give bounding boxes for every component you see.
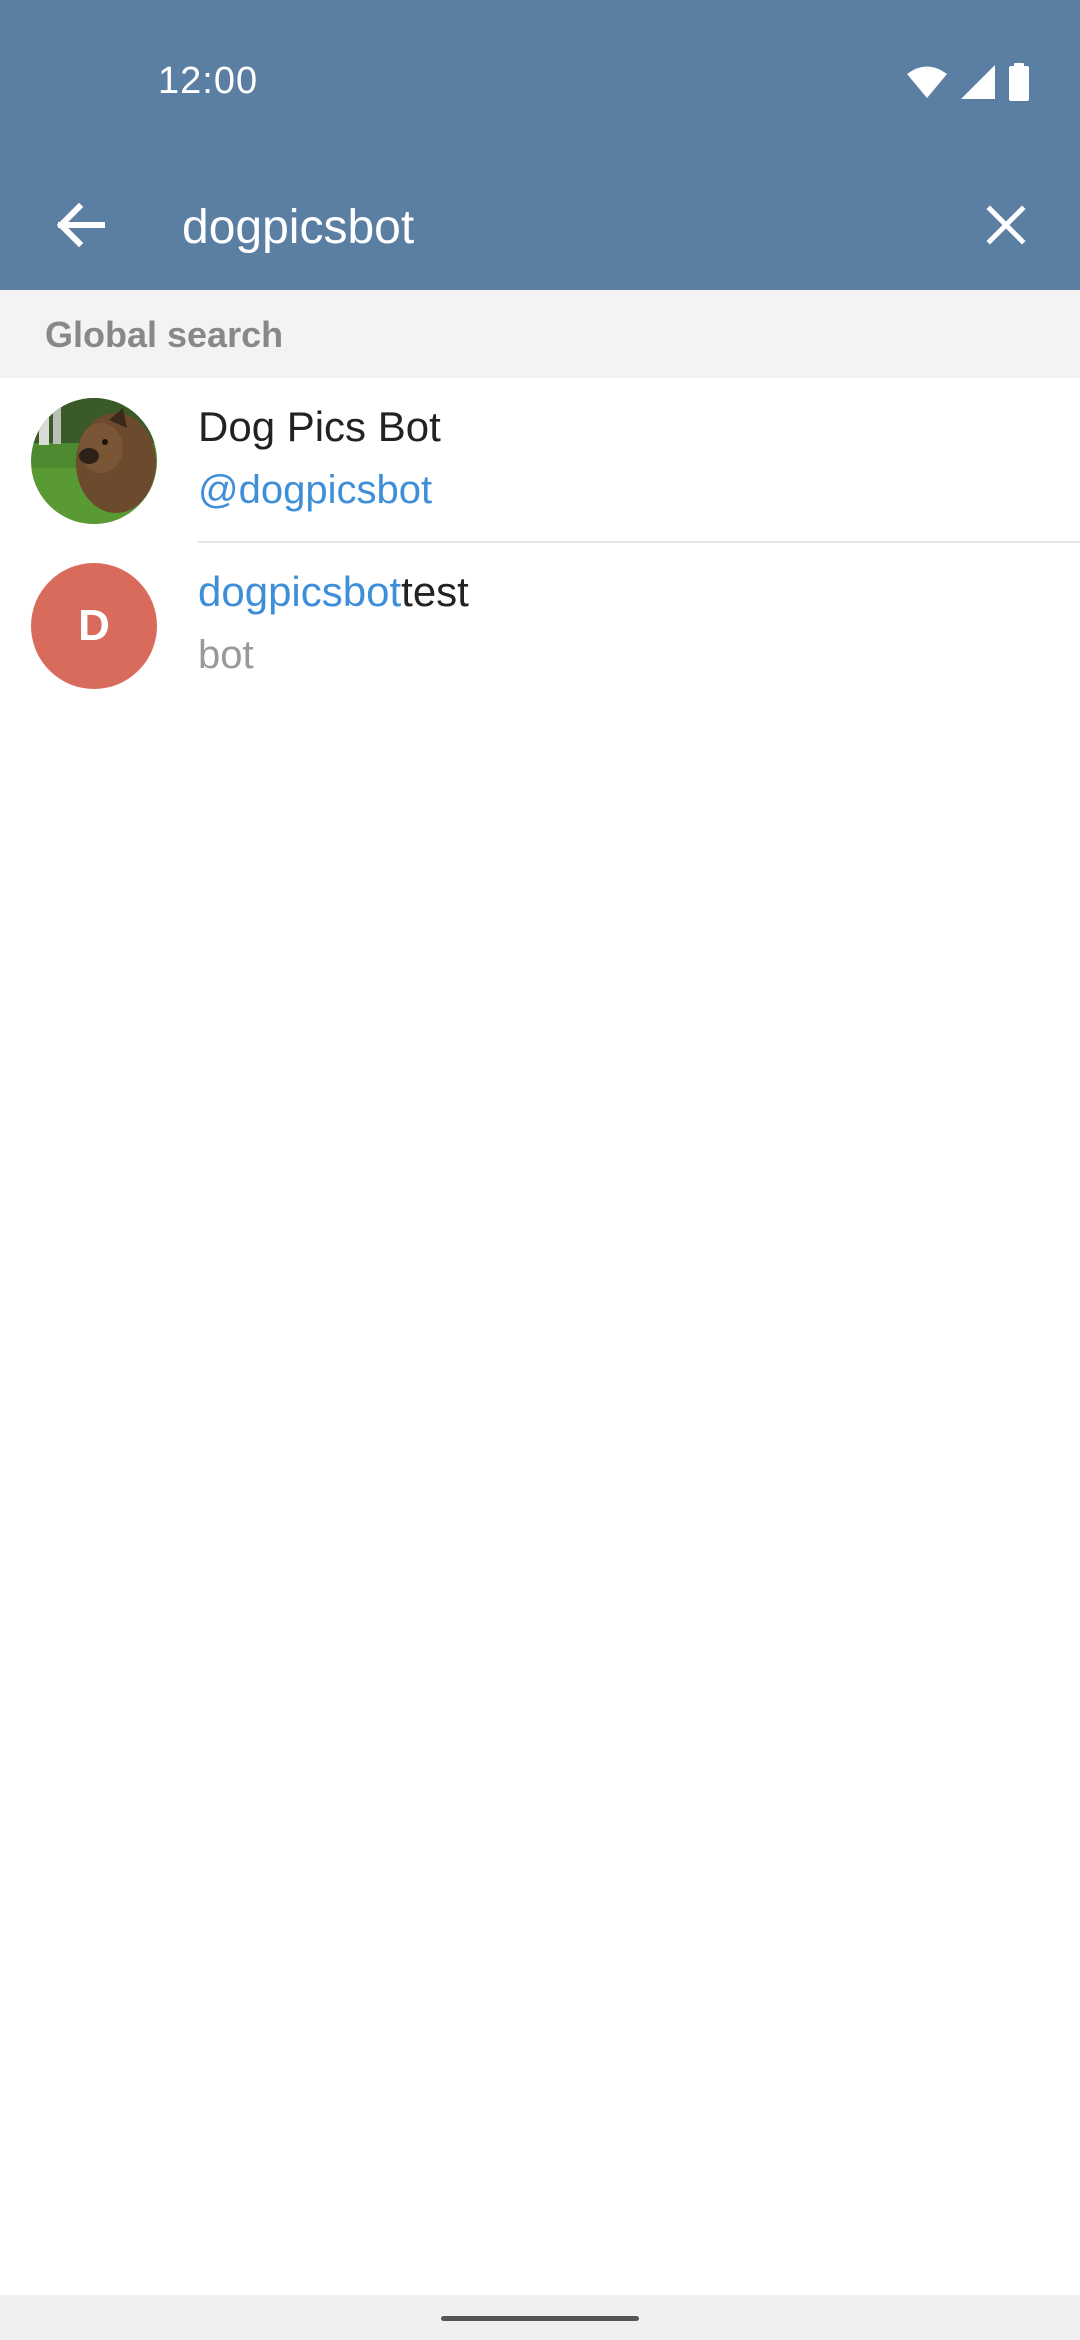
search-toolbar — [0, 165, 1080, 290]
section-title: Global search — [45, 314, 284, 355]
search-results-list: Dog Pics Bot @dogpicsbot D dogpicsbottes… — [0, 378, 1080, 708]
result-subtitle: bot — [198, 633, 254, 677]
result-title: dogpicsbottest — [198, 565, 469, 619]
app-root: 12:00 dogpicsbot Global search Dog Pics … — [0, 0, 1080, 2340]
avatar-letter: D — [78, 601, 110, 650]
status-bar: 12:00 — [0, 0, 1080, 165]
home-gesture-handle[interactable] — [441, 2316, 639, 2321]
result-row-dog-pics-bot[interactable]: Dog Pics Bot @dogpicsbot — [0, 378, 1080, 543]
global-search-section-header: Global search — [0, 290, 1080, 378]
back-button[interactable] — [40, 187, 120, 267]
status-icons — [906, 60, 1030, 104]
signal-icon — [960, 64, 996, 100]
header: 12:00 — [0, 0, 1080, 290]
close-icon — [986, 204, 1026, 250]
wifi-icon — [906, 65, 948, 99]
result-title: Dog Pics Bot — [198, 403, 441, 450]
clear-search-button[interactable] — [966, 187, 1046, 267]
navigation-bar — [0, 2295, 1080, 2340]
avatar — [31, 398, 157, 524]
battery-icon — [1008, 63, 1030, 101]
arrow-left-icon — [55, 202, 105, 252]
avatar: D — [31, 563, 157, 689]
status-time: 12:00 — [158, 60, 259, 102]
result-title-highlight: dogpicsbot — [198, 568, 402, 615]
result-username: @dogpicsbot — [198, 468, 433, 512]
result-title-rest: test — [401, 568, 469, 615]
result-row-dogpicsbottest[interactable]: D dogpicsbottest bot — [0, 543, 1080, 708]
search-input[interactable] — [182, 185, 942, 269]
